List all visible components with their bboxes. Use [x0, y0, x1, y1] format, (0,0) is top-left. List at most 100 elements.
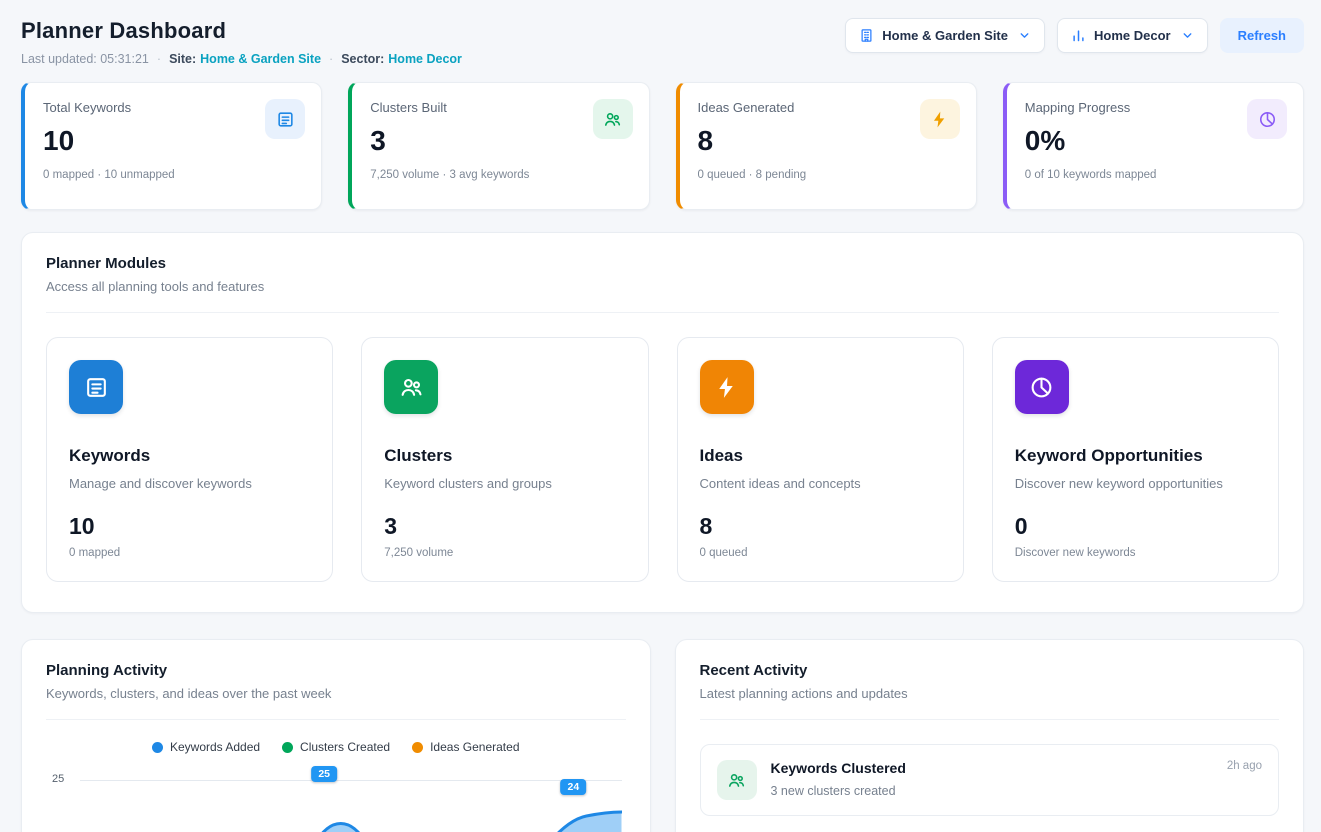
area-chart-svg	[80, 782, 622, 832]
activity-item-keywords-clustered[interactable]: Keywords Clustered 3 new clusters create…	[700, 744, 1280, 816]
module-title: Keyword Opportunities	[1015, 446, 1256, 466]
stat-sub: 7,250 volume · 3 avg keywords	[370, 169, 630, 181]
chevron-down-icon	[1181, 29, 1194, 42]
chart-legend: Keywords Added Clusters Created Ideas Ge…	[46, 740, 626, 754]
stat-label: Ideas Generated	[698, 100, 958, 115]
site-link[interactable]: Home & Garden Site	[200, 52, 321, 66]
legend-label: Keywords Added	[170, 740, 260, 754]
planner-dashboard-page: Planner Dashboard Last updated: 05:31:21…	[0, 0, 1321, 832]
header-controls: Home & Garden Site Home Decor Refresh	[845, 18, 1304, 53]
sector-selector-label: Home Decor	[1094, 28, 1171, 43]
stat-sub: 0 queued · 8 pending	[698, 169, 958, 181]
refresh-button[interactable]: Refresh	[1220, 18, 1304, 53]
bar-chart-icon	[1071, 28, 1086, 43]
site-selector-label: Home & Garden Site	[882, 28, 1008, 43]
stat-value: 0%	[1025, 125, 1285, 157]
stat-value: 3	[370, 125, 630, 157]
activity-item-content: Keywords Clustered 3 new clusters create…	[771, 760, 906, 798]
modules-grid: Keywords Manage and discover keywords 10…	[46, 337, 1279, 582]
last-updated-text: Last updated: 05:31:21	[21, 52, 149, 66]
module-title: Keywords	[69, 446, 310, 466]
legend-dot-icon	[282, 742, 293, 753]
gridline	[80, 780, 622, 781]
lightning-icon	[920, 99, 960, 139]
header: Planner Dashboard Last updated: 05:31:21…	[21, 18, 1304, 66]
planning-activity-chart: 25 25 24	[46, 766, 626, 832]
separator-dot: ·	[329, 52, 333, 66]
pie-chart-icon	[1247, 99, 1287, 139]
lightning-icon	[700, 360, 754, 414]
site-selector-dropdown[interactable]: Home & Garden Site	[845, 18, 1045, 53]
legend-dot-icon	[412, 742, 423, 753]
stat-sub: 0 mapped · 10 unmapped	[43, 169, 303, 181]
module-sub: 0 queued	[700, 547, 941, 559]
module-card-clusters[interactable]: Clusters Keyword clusters and groups 3 7…	[361, 337, 648, 582]
modules-section-title: Planner Modules	[46, 255, 1279, 272]
separator-dot: ·	[157, 52, 161, 66]
stat-card-mapping-progress: Mapping Progress 0% 0 of 10 keywords map…	[1003, 82, 1304, 210]
activity-list: Keywords Clustered 3 new clusters create…	[700, 744, 1280, 816]
planning-activity-head: Planning Activity Keywords, clusters, an…	[46, 662, 626, 720]
legend-item-clusters-created: Clusters Created	[282, 740, 390, 754]
point-label-badge: 25	[311, 766, 337, 782]
modules-section-head: Planner Modules Access all planning tool…	[46, 255, 1279, 313]
document-icon	[265, 99, 305, 139]
recent-activity-panel: Recent Activity Latest planning actions …	[675, 639, 1305, 832]
users-icon	[384, 360, 438, 414]
legend-label: Clusters Created	[300, 740, 390, 754]
header-left: Planner Dashboard Last updated: 05:31:21…	[21, 18, 462, 66]
module-sub: Discover new keywords	[1015, 547, 1256, 559]
module-description: Discover new keyword opportunities	[1015, 476, 1256, 491]
stat-label: Total Keywords	[43, 100, 303, 115]
stat-label: Mapping Progress	[1025, 100, 1285, 115]
legend-dot-icon	[152, 742, 163, 753]
planning-activity-title: Planning Activity	[46, 662, 626, 679]
sector-link[interactable]: Home Decor	[388, 52, 462, 66]
legend-label: Ideas Generated	[430, 740, 519, 754]
stat-card-total-keywords: Total Keywords 10 0 mapped · 10 unmapped	[21, 82, 322, 210]
planning-activity-panel: Planning Activity Keywords, clusters, an…	[21, 639, 651, 832]
building-icon	[859, 28, 874, 43]
module-card-keyword-opportunities[interactable]: Keyword Opportunities Discover new keywo…	[992, 337, 1279, 582]
modules-section-subtitle: Access all planning tools and features	[46, 279, 1279, 294]
recent-activity-subtitle: Latest planning actions and updates	[700, 686, 1280, 701]
module-card-keywords[interactable]: Keywords Manage and discover keywords 10…	[46, 337, 333, 582]
site-meta: Site:Home & Garden Site	[169, 52, 321, 66]
y-axis-tick: 25	[52, 773, 64, 785]
stat-value: 10	[43, 125, 303, 157]
users-icon	[717, 760, 757, 800]
pie-chart-icon	[1015, 360, 1069, 414]
module-value: 0	[1015, 513, 1256, 540]
planner-modules-panel: Planner Modules Access all planning tool…	[21, 232, 1304, 613]
document-icon	[69, 360, 123, 414]
module-sub: 7,250 volume	[384, 547, 625, 559]
stat-value: 8	[698, 125, 958, 157]
module-title: Ideas	[700, 446, 941, 466]
activity-item-time: 2h ago	[1227, 760, 1262, 772]
page-title: Planner Dashboard	[21, 18, 462, 44]
module-value: 8	[700, 513, 941, 540]
recent-activity-title: Recent Activity	[700, 662, 1280, 679]
module-description: Keyword clusters and groups	[384, 476, 625, 491]
legend-item-keywords-added: Keywords Added	[152, 740, 260, 754]
activity-item-title: Keywords Clustered	[771, 760, 906, 776]
module-value: 10	[69, 513, 310, 540]
users-icon	[593, 99, 633, 139]
stat-label: Clusters Built	[370, 100, 630, 115]
stats-row: Total Keywords 10 0 mapped · 10 unmapped…	[21, 82, 1304, 210]
module-sub: 0 mapped	[69, 547, 310, 559]
module-description: Manage and discover keywords	[69, 476, 310, 491]
sector-meta: Sector:Home Decor	[341, 52, 462, 66]
chevron-down-icon	[1018, 29, 1031, 42]
module-description: Content ideas and concepts	[700, 476, 941, 491]
legend-item-ideas-generated: Ideas Generated	[412, 740, 519, 754]
bottom-row: Planning Activity Keywords, clusters, an…	[21, 639, 1304, 832]
module-title: Clusters	[384, 446, 625, 466]
meta-line: Last updated: 05:31:21 · Site:Home & Gar…	[21, 52, 462, 66]
point-label-badge: 24	[561, 779, 587, 795]
activity-item-description: 3 new clusters created	[771, 784, 906, 798]
planning-activity-subtitle: Keywords, clusters, and ideas over the p…	[46, 686, 626, 701]
sector-selector-dropdown[interactable]: Home Decor	[1057, 18, 1208, 53]
module-card-ideas[interactable]: Ideas Content ideas and concepts 8 0 que…	[677, 337, 964, 582]
module-value: 3	[384, 513, 625, 540]
